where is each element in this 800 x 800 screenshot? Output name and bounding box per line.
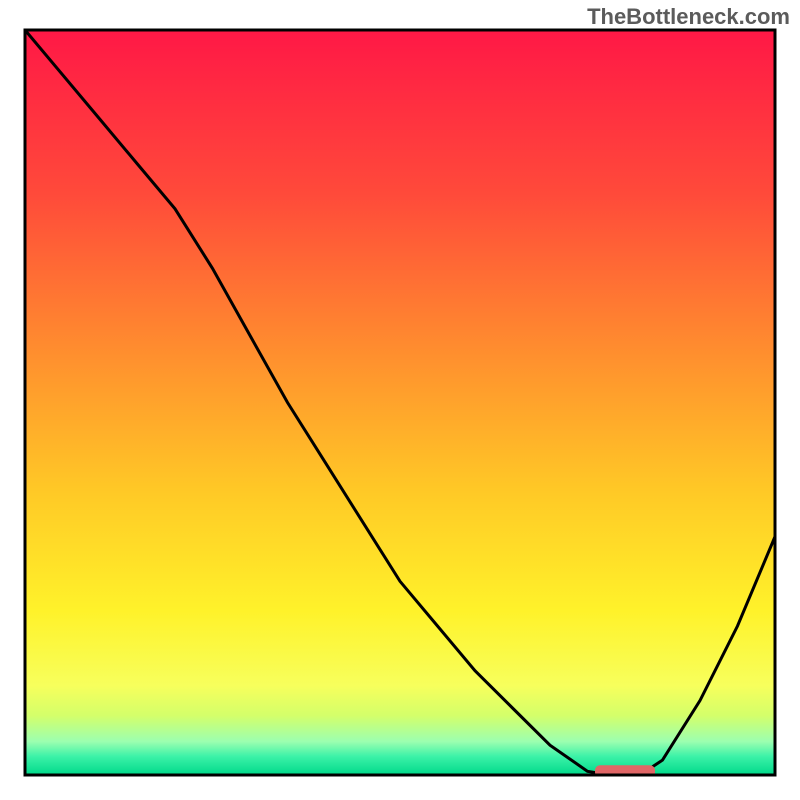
plot-background: [25, 30, 775, 775]
bottleneck-chart: [0, 0, 800, 800]
